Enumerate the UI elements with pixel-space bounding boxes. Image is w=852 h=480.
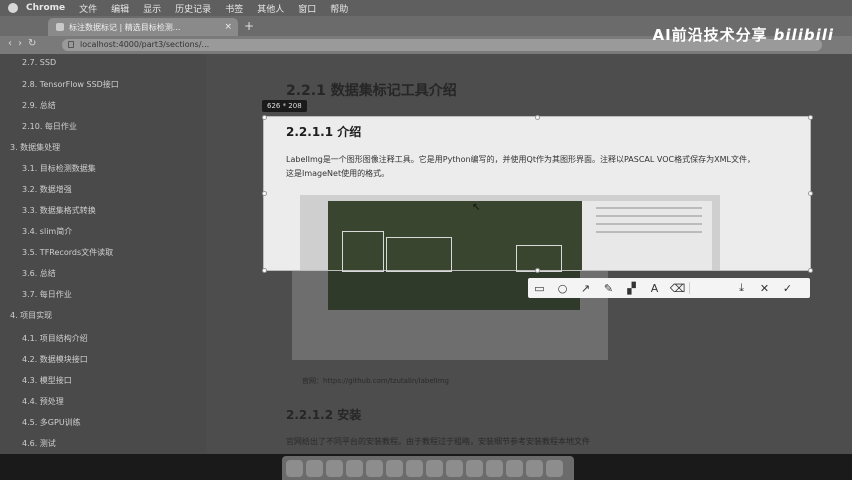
browser-tab[interactable]: 标注数据标记 | 精选目标检测... × — [48, 18, 238, 36]
resize-handle[interactable] — [808, 191, 813, 196]
resize-handle[interactable] — [262, 268, 267, 273]
menu-item-window[interactable]: 窗口 — [298, 2, 316, 15]
download-icon[interactable]: ⤓ — [730, 278, 753, 298]
text-icon[interactable]: A — [643, 278, 666, 298]
bounding-box — [342, 231, 384, 272]
selection-paragraph: LabelImg是一个图形图像注释工具。它是用Python编写的，并使用Qt作为… — [286, 155, 755, 178]
bounding-box — [386, 237, 452, 272]
mosaic-icon[interactable]: ▞ — [620, 278, 643, 298]
apple-icon[interactable] — [8, 3, 18, 13]
dock-app-icon[interactable] — [406, 459, 423, 477]
selection-size-label: 626 * 208 — [262, 100, 307, 112]
menu-item-file[interactable]: 文件 — [79, 2, 97, 15]
annotated-photo — [328, 201, 582, 272]
toc-item[interactable]: 4.5. 多GPU训练 — [22, 417, 81, 428]
toc-sidebar: 2.7. SSD 2.8. TensorFlow SSD接口 2.9. 总结 2… — [0, 54, 206, 454]
mouse-cursor-icon: ↖ — [472, 202, 481, 213]
dock-app-icon[interactable] — [446, 459, 463, 477]
toc-item[interactable]: 2.10. 每日作业 — [22, 121, 77, 132]
dock-app-icon[interactable] — [426, 459, 443, 477]
resize-handle[interactable] — [535, 115, 540, 120]
toc-item[interactable]: 4.1. 项目结构介绍 — [22, 333, 88, 344]
screenshot-selection[interactable]: 2.2.1.1 介绍 LabelImg是一个图形图像注释工具。它是用Python… — [264, 117, 810, 272]
dock-app-icon[interactable] — [546, 459, 563, 477]
dock-app-icon[interactable] — [286, 459, 303, 477]
toc-item[interactable]: 2.7. SSD — [22, 58, 56, 67]
toc-item[interactable]: 4.2. 数据模块接口 — [22, 354, 88, 365]
resize-handle[interactable] — [808, 268, 813, 273]
label-panel — [582, 201, 712, 270]
dock-app-icon[interactable] — [526, 459, 543, 477]
subsection-heading-install: 2.2.1.2 安装 — [286, 408, 362, 422]
selection-heading: 2.2.1.1 介绍 — [286, 125, 362, 139]
resize-handle[interactable] — [808, 115, 813, 120]
arrow-icon[interactable]: ↗ — [574, 278, 597, 298]
dock-app-icon[interactable] — [486, 459, 503, 477]
toc-item[interactable]: 4.4. 预处理 — [22, 396, 64, 407]
dock-app-icon[interactable] — [386, 459, 403, 477]
nav-buttons[interactable]: ‹›↻ — [8, 38, 42, 49]
tab-close-icon[interactable]: × — [224, 22, 232, 32]
selection-image — [300, 195, 720, 272]
toc-item[interactable]: 3.7. 每日作业 — [22, 289, 72, 300]
image-caption: 官网：https://github.com/tzutalin/labelImg — [302, 377, 449, 385]
resize-handle[interactable] — [262, 191, 267, 196]
favicon-icon — [56, 23, 64, 31]
menu-item-people[interactable]: 其他人 — [257, 2, 284, 15]
dock-app-icon[interactable] — [466, 459, 483, 477]
dock-app-icon[interactable] — [346, 459, 363, 477]
menu-item-view[interactable]: 显示 — [143, 2, 161, 15]
rectangle-icon[interactable]: ▭ — [528, 278, 551, 298]
toc-item[interactable]: 3.4. slim简介 — [22, 226, 72, 237]
menu-item-help[interactable]: 帮助 — [330, 2, 348, 15]
toc-item[interactable]: 4.6. 测试 — [22, 438, 56, 449]
toc-item[interactable]: 3.5. TFRecords文件读取 — [22, 247, 113, 258]
toc-item[interactable]: 3.2. 数据增强 — [22, 184, 72, 195]
dock-app-icon[interactable] — [306, 459, 323, 477]
menu-item-edit[interactable]: 编辑 — [111, 2, 129, 15]
watermark-text: AI前沿技术分享 — [652, 26, 768, 44]
menu-app-name[interactable]: Chrome — [26, 3, 65, 13]
toc-item[interactable]: 4.3. 模型接口 — [22, 375, 72, 386]
new-tab-icon[interactable]: + — [244, 19, 254, 33]
channel-watermark: AI前沿技术分享 bilibili — [652, 24, 834, 45]
install-paragraph: 官网给出了不同平台的安装教程。由于教程过于粗略，安装细节参考安装教程本地文件 — [286, 437, 590, 446]
resize-handle[interactable] — [262, 115, 267, 120]
screenshot-toolbar: ▭ ○ ↗ ✎ ▞ A ⌫ ⤓ ✕ ✓ — [528, 278, 810, 298]
toc-section[interactable]: 3. 数据集处理 — [10, 142, 60, 153]
macos-dock — [282, 456, 574, 480]
toc-item[interactable]: 3.3. 数据集格式转换 — [22, 205, 96, 216]
toc-section[interactable]: 4. 项目实现 — [10, 310, 52, 321]
toc-item[interactable]: 2.8. TensorFlow SSD接口 — [22, 79, 119, 90]
resize-handle[interactable] — [535, 268, 540, 273]
ellipse-icon[interactable]: ○ — [551, 278, 574, 298]
menu-item-bookmarks[interactable]: 书签 — [225, 2, 243, 15]
dock-app-icon[interactable] — [506, 459, 523, 477]
toc-item[interactable]: 3.1. 目标检测数据集 — [22, 163, 96, 174]
macos-menubar: Chrome 文件 编辑 显示 历史记录 书签 其他人 窗口 帮助 — [0, 0, 852, 16]
toc-item[interactable]: 3.6. 总结 — [22, 268, 56, 279]
tab-title: 标注数据标记 | 精选目标检测... — [69, 22, 181, 32]
cancel-icon[interactable]: ✕ — [753, 278, 776, 298]
bilibili-logo: bilibili — [773, 26, 834, 44]
dock-app-icon[interactable] — [366, 459, 383, 477]
pencil-icon[interactable]: ✎ — [597, 278, 620, 298]
confirm-icon[interactable]: ✓ — [776, 278, 799, 298]
address-url: localhost:4000/part3/sections/... — [80, 40, 210, 49]
menu-item-history[interactable]: 历史记录 — [175, 2, 211, 15]
dock-app-icon[interactable] — [326, 459, 343, 477]
eraser-icon[interactable]: ⌫ — [666, 278, 689, 298]
toc-item[interactable]: 2.9. 总结 — [22, 100, 56, 111]
section-heading: 2.2.1 数据集标记工具介绍 — [286, 83, 457, 99]
lock-icon — [68, 41, 74, 48]
toolbar-spacer — [690, 278, 730, 298]
